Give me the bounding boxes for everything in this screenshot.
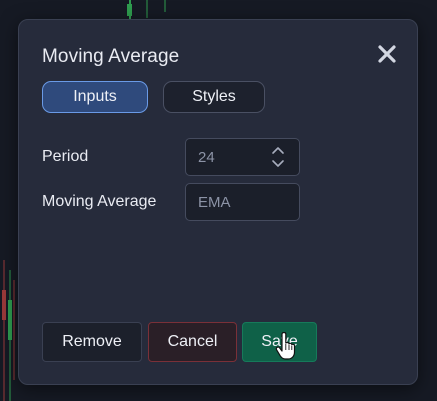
chevron-up-icon[interactable]	[270, 144, 286, 156]
tab-styles[interactable]: Styles	[163, 81, 265, 113]
chevron-down-icon[interactable]	[270, 158, 286, 170]
save-button-label: Save	[261, 333, 298, 350]
tab-inputs[interactable]: Inputs	[42, 81, 148, 113]
moving-average-label: Moving Average	[42, 193, 157, 210]
period-stepper	[270, 142, 286, 172]
moving-average-dialog: Moving Average Inputs Styles Period Movi…	[18, 19, 418, 385]
tab-inputs-label: Inputs	[73, 88, 117, 105]
tab-styles-label: Styles	[192, 88, 236, 105]
close-button[interactable]	[375, 42, 399, 66]
remove-button-label: Remove	[62, 333, 122, 350]
remove-button[interactable]: Remove	[42, 322, 142, 362]
period-label: Period	[42, 148, 89, 165]
cancel-button[interactable]: Cancel	[148, 322, 237, 362]
moving-average-input[interactable]	[185, 183, 300, 221]
close-icon	[378, 45, 396, 63]
save-button[interactable]: Save	[242, 322, 317, 362]
dialog-title: Moving Average	[42, 46, 180, 67]
cancel-button-label: Cancel	[167, 333, 218, 350]
